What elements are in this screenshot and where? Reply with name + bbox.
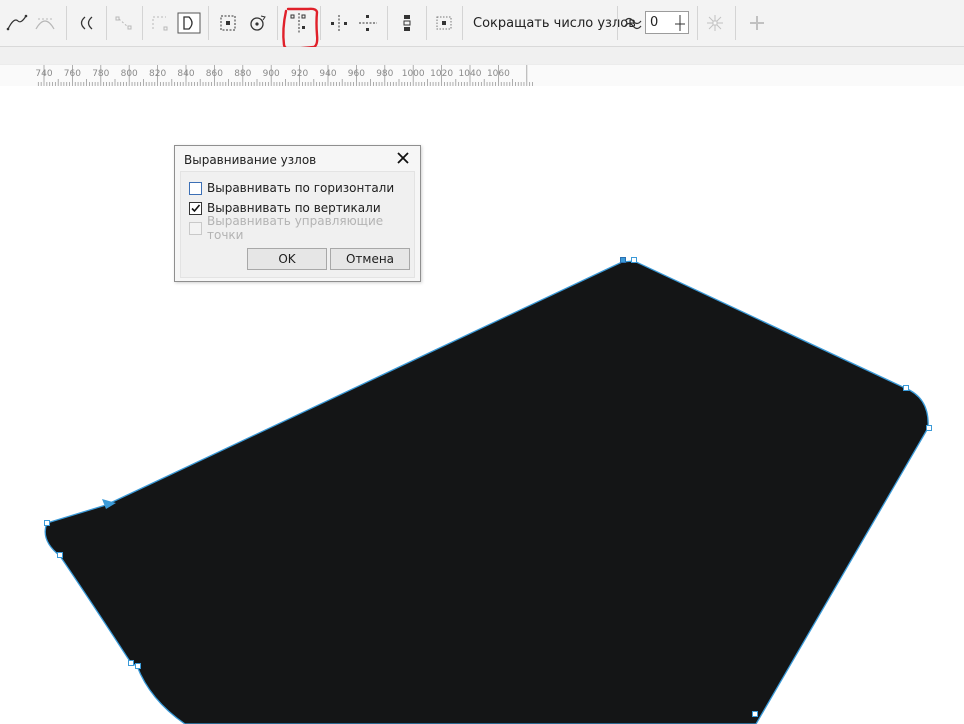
checkmark-icon — [191, 203, 201, 212]
cancel-button[interactable]: Отмена — [330, 248, 410, 270]
curve-shape[interactable] — [44, 260, 929, 724]
align-control-points-checkbox — [189, 221, 202, 235]
align-horizontal-label: Выравнивать по горизонтали — [207, 181, 395, 195]
dialog-title: Выравнивание узлов — [184, 153, 317, 167]
node[interactable] — [631, 257, 637, 263]
node[interactable] — [926, 425, 932, 431]
align-horizontal-checkbox[interactable] — [189, 181, 202, 195]
node[interactable] — [44, 520, 50, 526]
align-control-points-option: Выравнивать управляющие точки — [189, 214, 414, 242]
ok-button[interactable]: OK — [247, 248, 327, 270]
node[interactable] — [752, 711, 758, 717]
close-icon[interactable] — [395, 150, 411, 166]
node[interactable] — [135, 663, 141, 669]
shape-layer — [44, 257, 932, 724]
align-vertical-label: Выравнивать по вертикали — [207, 201, 381, 215]
drawing-canvas[interactable] — [0, 86, 964, 724]
align-horizontal-option[interactable]: Выравнивать по горизонтали — [189, 180, 394, 196]
node[interactable] — [57, 552, 63, 558]
align-control-points-label: Выравнивать управляющие точки — [207, 214, 384, 242]
align-vertical-checkbox[interactable] — [189, 201, 202, 215]
align-nodes-dialog: Выравнивание узлов Выравнивать по горизо… — [174, 145, 421, 282]
node[interactable] — [903, 385, 909, 391]
selected-node[interactable] — [620, 257, 626, 263]
node[interactable] — [128, 660, 134, 666]
